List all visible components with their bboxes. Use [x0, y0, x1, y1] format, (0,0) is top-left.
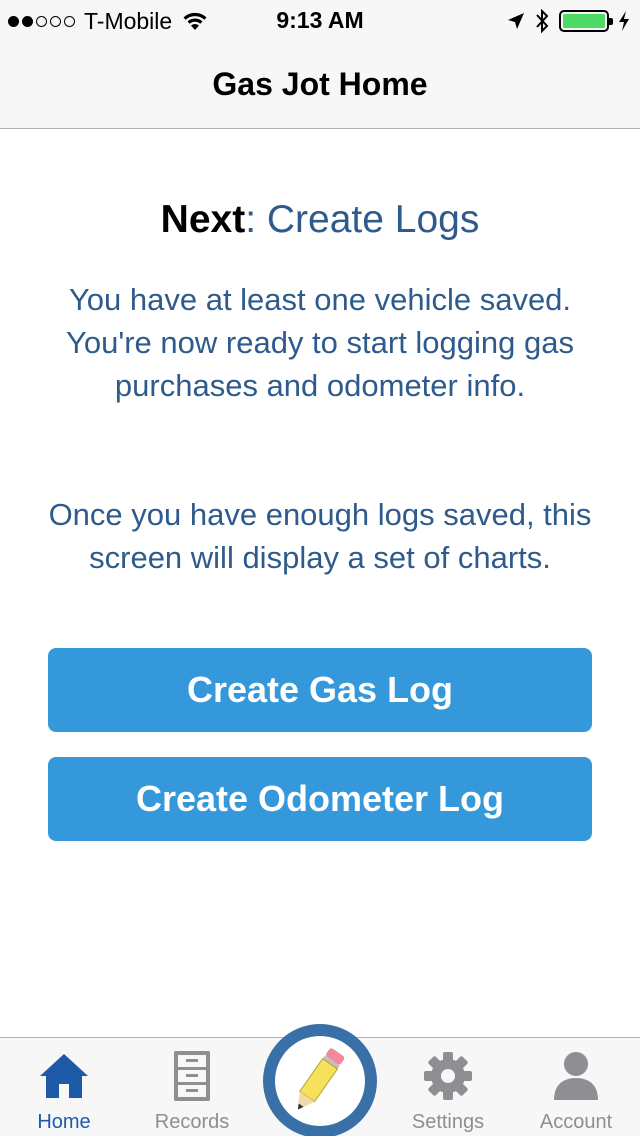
next-label: Next	[160, 198, 246, 241]
tab-home-label: Home	[37, 1111, 91, 1133]
gear-icon	[424, 1052, 472, 1100]
page-title: Gas Jot Home	[212, 66, 428, 102]
tab-account-label: Account	[539, 1111, 613, 1133]
charts-info-message: Once you have enough logs saved, this sc…	[48, 497, 592, 575]
tab-home[interactable]: Home	[0, 1038, 128, 1136]
status-right	[507, 8, 630, 34]
create-gas-log-button[interactable]: Create Gas Log	[48, 648, 592, 732]
location-arrow-icon	[508, 13, 524, 29]
vehicle-saved-message: You have at least one vehicle saved. You…	[66, 282, 574, 403]
charging-bolt-icon	[619, 11, 629, 31]
tab-records[interactable]: Records	[128, 1038, 256, 1136]
create-odometer-log-button[interactable]: Create Odometer Log	[48, 757, 592, 841]
next-step-title: : Create Logs	[245, 198, 480, 241]
pencil-icon	[297, 1048, 345, 1110]
bluetooth-icon	[536, 9, 549, 33]
next-step-heading: Next: Create Logs	[0, 198, 640, 242]
tab-account[interactable]: Account	[512, 1038, 640, 1136]
tab-records-label: Records	[154, 1111, 230, 1133]
tab-settings-label: Settings	[411, 1111, 485, 1133]
file-cabinet-icon	[174, 1051, 210, 1101]
person-icon	[554, 1052, 598, 1100]
home-icon	[40, 1054, 88, 1098]
status-bar: T-Mobile 9:13 AM	[0, 0, 640, 40]
new-log-center-button[interactable]	[263, 1024, 377, 1136]
tab-settings[interactable]: Settings	[384, 1038, 512, 1136]
battery-icon	[559, 10, 613, 32]
navigation-bar: Gas Jot Home	[0, 40, 640, 129]
